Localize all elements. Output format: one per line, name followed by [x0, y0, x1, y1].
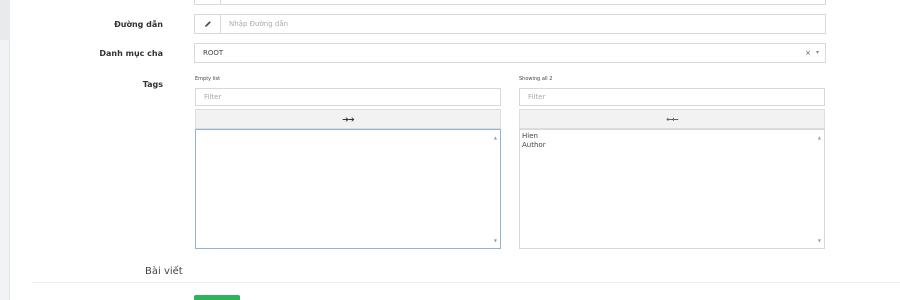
clear-selection-icon[interactable]: × [805, 49, 811, 57]
gutter-notch [0, 0, 10, 40]
chevron-down-icon[interactable]: ▾ [816, 49, 819, 56]
path-input-group [194, 14, 826, 34]
left-gutter [0, 0, 10, 300]
selected-filter-input[interactable] [519, 88, 825, 106]
path-input[interactable] [221, 15, 825, 33]
available-info: Empty list [195, 76, 221, 82]
list-item[interactable]: Hien [522, 132, 822, 141]
available-list[interactable]: ▲ ▼ [195, 129, 501, 249]
selected-info: Showing all 2 [519, 76, 553, 82]
scroll-down-icon[interactable]: ▼ [494, 236, 497, 245]
move-all-right-button[interactable]: ➔➔ [195, 109, 501, 129]
previous-field-addon [195, 0, 221, 4]
tags-available-column: Empty list ➔➔ ▲ ▼ [195, 76, 501, 250]
section-divider [32, 282, 900, 283]
parent-category-value: ROOT [203, 49, 224, 57]
primary-button[interactable] [194, 295, 240, 300]
path-addon [195, 15, 221, 33]
list-item[interactable]: Author [522, 141, 822, 150]
scroll-up-icon[interactable]: ▲ [494, 133, 497, 142]
previous-field-input[interactable] [194, 0, 826, 5]
parent-category-select[interactable]: ROOT × ▾ [194, 43, 826, 63]
tags-selected-column: Showing all 2 ⇽⇽ Hien Author ▲ ▼ [519, 76, 825, 250]
selected-list[interactable]: Hien Author ▲ ▼ [519, 129, 825, 249]
move-all-left-button[interactable]: ⇽⇽ [519, 109, 825, 129]
pencil-icon [204, 21, 211, 27]
available-filter-input[interactable] [195, 88, 501, 106]
path-label: Đường dẫn [114, 20, 163, 29]
section-title: Bài viết [145, 266, 183, 277]
scroll-down-icon[interactable]: ▼ [818, 236, 821, 245]
scroll-up-icon[interactable]: ▲ [818, 133, 821, 142]
tags-label: Tags [142, 80, 163, 89]
parent-category-label: Danh mục cha [99, 49, 163, 58]
